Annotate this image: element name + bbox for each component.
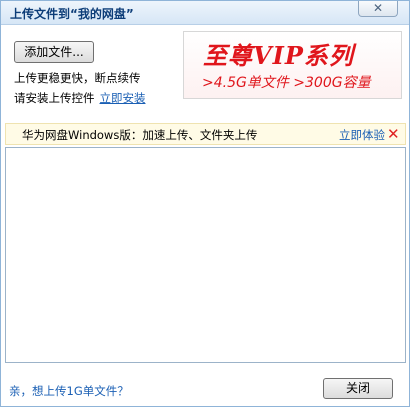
install-now-link[interactable]: 立即安装 [100, 91, 146, 105]
install-prompt-text: 请安装上传控件 [14, 91, 95, 105]
try-now-link[interactable]: 立即体验 [339, 127, 385, 143]
footer: 亲，想上传1G单文件？ 关闭 [1, 364, 409, 406]
close-button[interactable]: 关闭 [323, 378, 393, 399]
dialog-title: 上传文件到“我的网盘” [10, 7, 134, 21]
vip-banner-subtitle: >4.5G单文件 >300G容量 [202, 75, 371, 91]
upload-panel: 添加文件... 上传更稳更快，断点续传 请安装上传控件 立即安装 至尊VIP系列 … [1, 25, 409, 113]
vip-banner[interactable]: 至尊VIP系列 >4.5G单文件 >300G容量 [183, 31, 402, 99]
promo-close-icon[interactable]: ✕ [387, 124, 400, 144]
title-bar: 上传文件到“我的网盘” ✕ [1, 1, 409, 25]
file-list[interactable] [5, 147, 406, 363]
install-prompt: 请安装上传控件 立即安装 [14, 90, 146, 106]
close-icon[interactable]: ✕ [358, 1, 398, 17]
vip-banner-title: 至尊VIP系列 [203, 41, 354, 70]
add-file-button[interactable]: 添加文件... [14, 41, 94, 63]
upload-1g-link[interactable]: 亲，想上传1G单文件？ [9, 383, 129, 399]
promo-text: 华为网盘Windows版：加速上传、文件夹上传 [22, 128, 258, 142]
promo-bar: 华为网盘Windows版：加速上传、文件夹上传 立即体验 ✕ [5, 123, 406, 145]
upload-tip-text: 上传更稳更快，断点续传 [14, 71, 141, 85]
upload-dialog: 上传文件到“我的网盘” ✕ 添加文件... 上传更稳更快，断点续传 请安装上传控… [0, 0, 410, 407]
